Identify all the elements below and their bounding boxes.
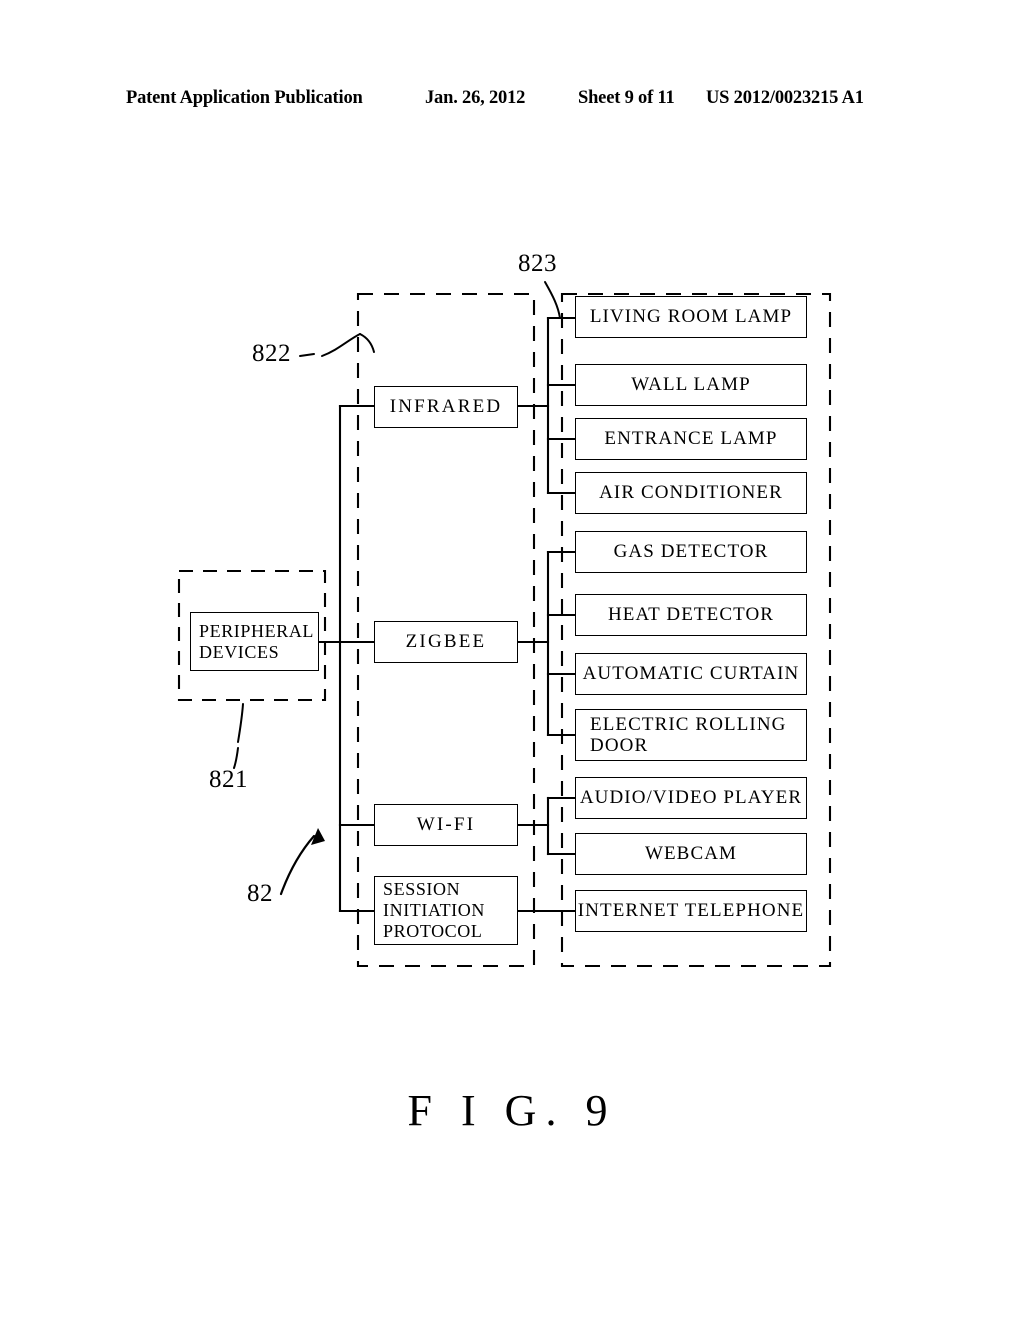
node-infrared[interactable]: INFRARED xyxy=(374,386,518,428)
audio-video-player-label: AUDIO/VIDEO PLAYER xyxy=(579,787,803,809)
node-wall-lamp[interactable]: WALL LAMP xyxy=(575,364,807,406)
node-living-room-lamp[interactable]: LIVING ROOM LAMP xyxy=(575,296,807,338)
leader-821 xyxy=(237,703,244,743)
electric-rolling-door-label-line-2: DOOR xyxy=(590,735,649,756)
node-session-initiation-protocol[interactable]: SESSION INITIATION PROTOCOL xyxy=(374,876,518,945)
wifi-label: WI-FI xyxy=(416,814,476,836)
node-zigbee[interactable]: ZIGBEE xyxy=(374,621,518,663)
sip-label-line-2: INITIATION xyxy=(383,899,485,920)
node-electric-rolling-door[interactable]: ELECTRIC ROLLING DOOR xyxy=(575,709,807,761)
leader-823 xyxy=(544,281,561,319)
infrared-label: INFRARED xyxy=(389,396,503,418)
webcam-label: WEBCAM xyxy=(644,843,738,865)
leader-822-curve xyxy=(321,333,361,357)
node-audio-video-player[interactable]: AUDIO/VIDEO PLAYER xyxy=(575,777,807,819)
automatic-curtain-label: AUTOMATIC CURTAIN xyxy=(582,663,800,685)
reference-numeral-82: 82 xyxy=(247,880,273,907)
reference-numeral-822: 822 xyxy=(252,340,291,367)
figure-caption: F I G. 9 xyxy=(407,1086,617,1135)
node-internet-telephone[interactable]: INTERNET TELEPHONE xyxy=(575,890,807,932)
reference-numeral-823: 823 xyxy=(518,250,557,277)
leader-821-b xyxy=(233,747,239,769)
leader-822 xyxy=(299,353,315,357)
leader-arrow-82 xyxy=(279,828,325,896)
entrance-lamp-label: ENTRANCE LAMP xyxy=(604,428,778,450)
sip-label-line-1: SESSION xyxy=(383,878,461,899)
leader-822-hook xyxy=(359,333,375,353)
zigbee-label: ZIGBEE xyxy=(405,631,487,653)
air-conditioner-label: AIR CONDITIONER xyxy=(599,482,783,504)
living-room-lamp-label: LIVING ROOM LAMP xyxy=(589,306,793,328)
reference-numeral-821: 821 xyxy=(209,766,248,793)
peripheral-devices-line-2: DEVICES xyxy=(199,641,280,662)
gas-detector-label: GAS DETECTOR xyxy=(613,541,769,563)
wall-lamp-label: WALL LAMP xyxy=(631,374,751,396)
node-entrance-lamp[interactable]: ENTRANCE LAMP xyxy=(575,418,807,460)
node-heat-detector[interactable]: HEAT DETECTOR xyxy=(575,594,807,636)
node-wifi[interactable]: WI-FI xyxy=(374,804,518,846)
internet-telephone-label: INTERNET TELEPHONE xyxy=(577,900,805,922)
node-gas-detector[interactable]: GAS DETECTOR xyxy=(575,531,807,573)
sip-label-line-3: PROTOCOL xyxy=(383,921,483,942)
electric-rolling-door-label-line-1: ELECTRIC ROLLING xyxy=(590,713,787,735)
peripheral-devices-line-1: PERIPHERAL xyxy=(199,621,315,642)
node-peripheral-devices[interactable]: PERIPHERAL DEVICES xyxy=(190,612,319,671)
node-webcam[interactable]: WEBCAM xyxy=(575,833,807,875)
node-air-conditioner[interactable]: AIR CONDITIONER xyxy=(575,472,807,514)
node-automatic-curtain[interactable]: AUTOMATIC CURTAIN xyxy=(575,653,807,695)
heat-detector-label: HEAT DETECTOR xyxy=(607,604,775,626)
